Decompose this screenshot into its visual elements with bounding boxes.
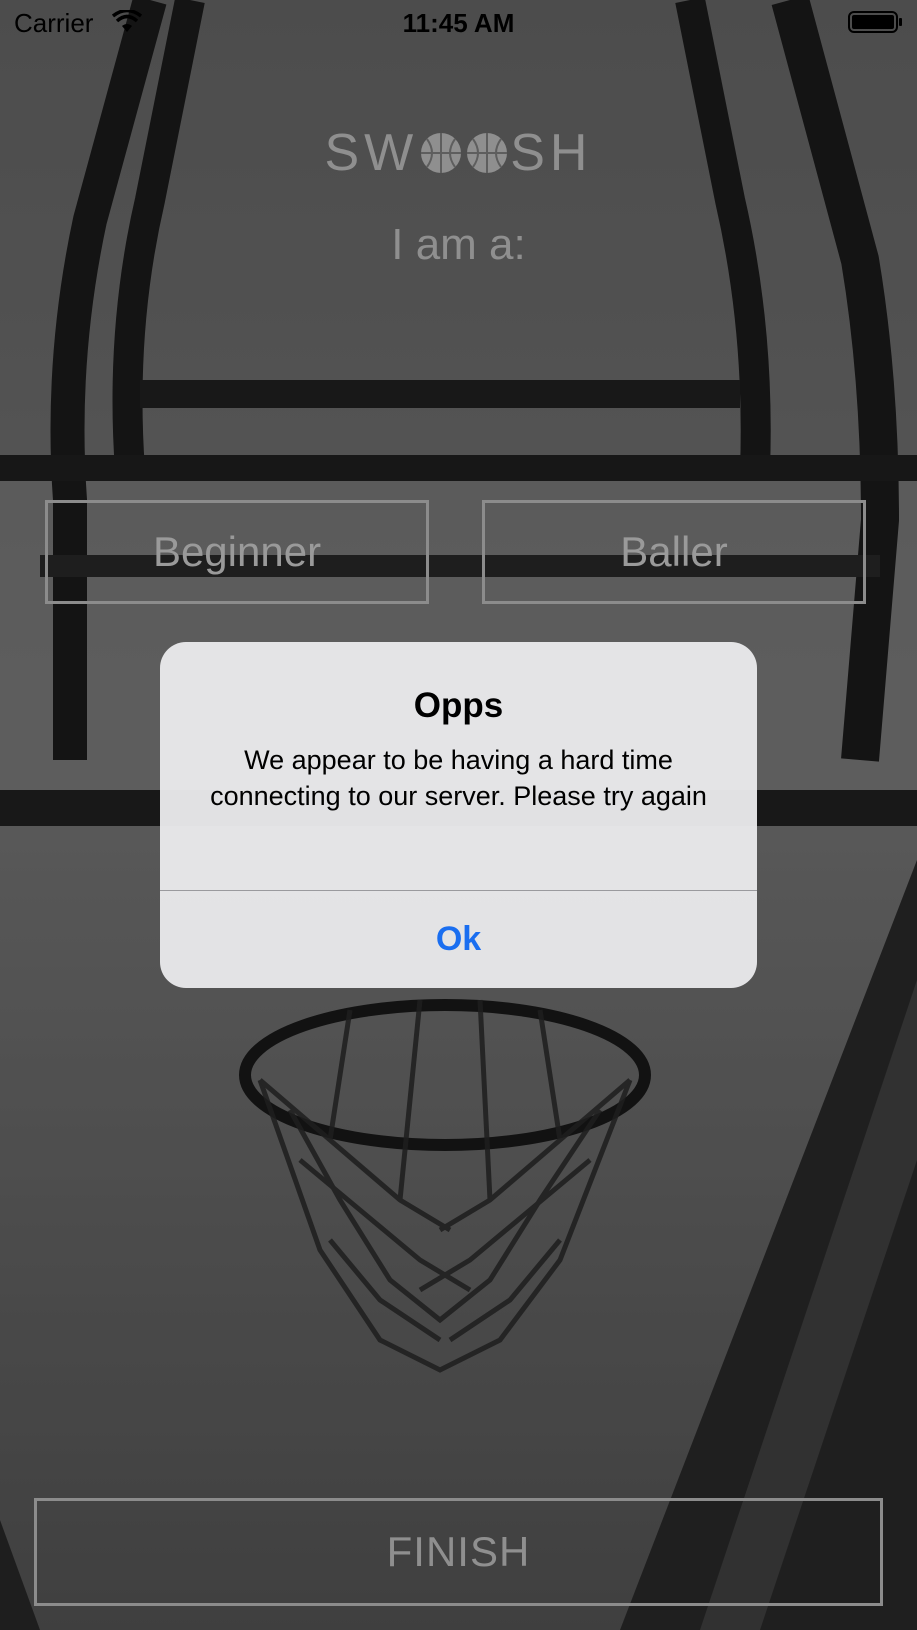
signup-level-screen: Carrier 11:45 AM SW SH I am a: Beginner …: [0, 0, 917, 1630]
baller-button[interactable]: Baller: [482, 500, 866, 604]
alert-ok-button[interactable]: Ok: [160, 891, 757, 988]
basketball-icon: [467, 133, 508, 173]
logo-text-suffix: SH: [510, 124, 593, 182]
battery-icon: [848, 11, 902, 33]
basketball-icon: [421, 133, 462, 173]
beginner-button[interactable]: Beginner: [45, 500, 429, 604]
level-prompt: I am a:: [391, 220, 526, 269]
alert-title: Opps: [413, 686, 504, 725]
swoosh-logo: SW SH: [0, 118, 917, 188]
finish-button[interactable]: FINISH: [34, 1498, 883, 1606]
status-bar: Carrier 11:45 AM: [0, 0, 917, 44]
logo-text-prefix: SW: [324, 124, 419, 182]
status-time: 11:45 AM: [402, 8, 515, 38]
alert-message: We appear to be having a hard time conne…: [210, 745, 707, 811]
error-alert-dialog: Opps We appear to be having a hard time …: [160, 642, 757, 988]
